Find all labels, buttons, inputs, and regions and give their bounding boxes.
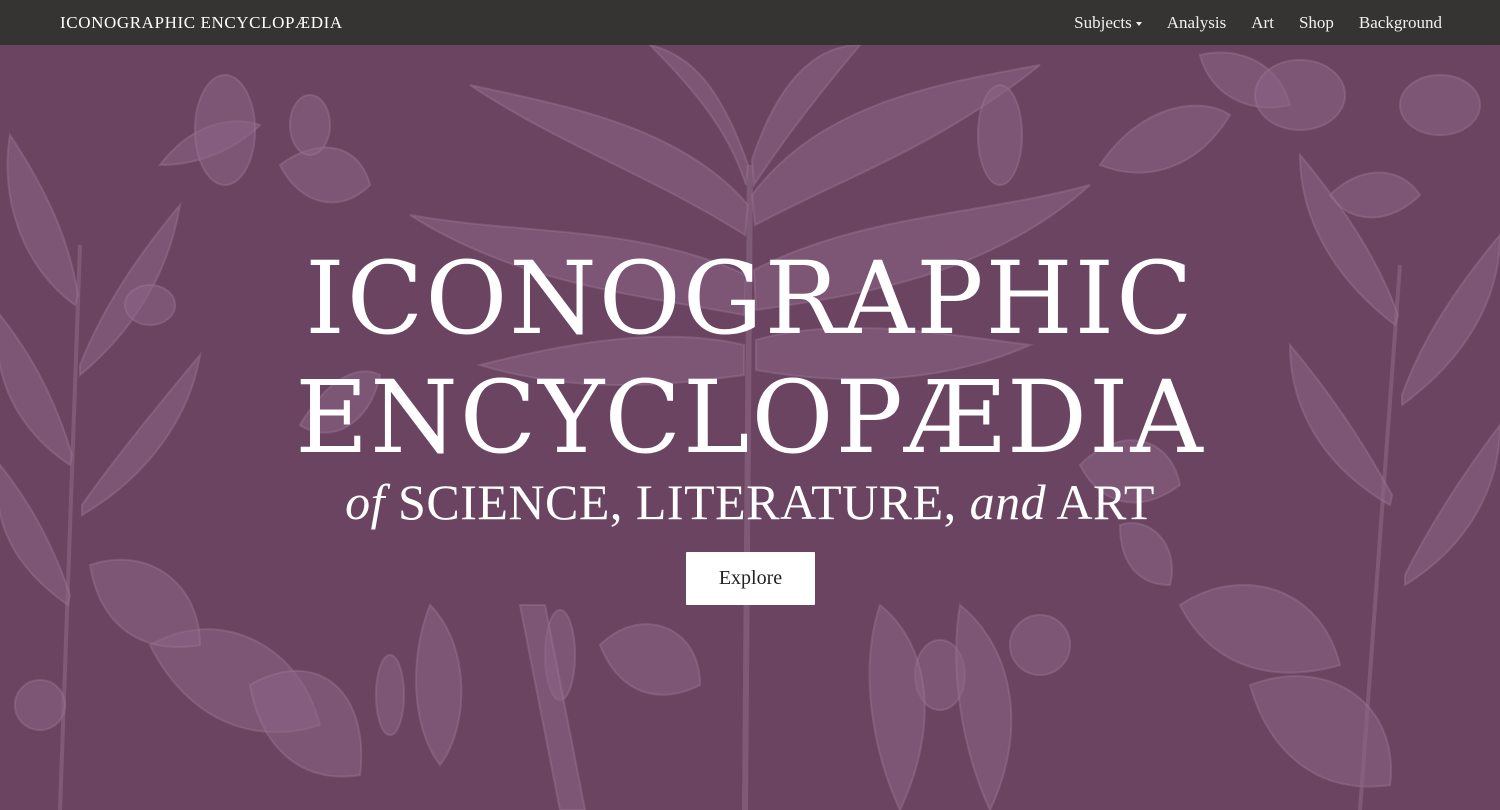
nav-item-background[interactable]: Background bbox=[1359, 13, 1442, 33]
subtitle-and: and bbox=[969, 474, 1047, 530]
top-navbar: ICONOGRAPHIC ENCYCLOPÆDIA Subjects Analy… bbox=[0, 0, 1500, 45]
nav-item-shop[interactable]: Shop bbox=[1299, 13, 1334, 33]
nav-item-art-label: Art bbox=[1251, 12, 1274, 32]
nav-item-shop-label: Shop bbox=[1298, 12, 1334, 32]
caret-down-icon bbox=[1135, 21, 1142, 26]
subtitle-of: of bbox=[345, 474, 386, 530]
nav-item-art[interactable]: Art bbox=[1251, 13, 1274, 33]
hero-section: ICONOGRAPHIC ENCYCLOPÆDIA of SCIENCE, LI… bbox=[0, 45, 1500, 810]
subtitle-art: ART bbox=[1056, 474, 1155, 530]
nav-item-analysis-label: Analysis bbox=[1166, 12, 1227, 32]
nav-item-subjects-label: Subjects bbox=[1074, 12, 1132, 32]
nav-item-subjects[interactable]: Subjects bbox=[1074, 13, 1142, 33]
hero-title-line-1: ICONOGRAPHIC bbox=[305, 240, 1195, 357]
hero-subtitle: of SCIENCE, LITERATURE, and ART bbox=[0, 473, 1500, 531]
nav-item-background-label: Background bbox=[1358, 12, 1442, 32]
main-nav: Subjects Analysis Art Shop Background bbox=[1049, 13, 1442, 33]
site-brand-link[interactable]: ICONOGRAPHIC ENCYCLOPÆDIA bbox=[60, 13, 343, 33]
subtitle-science-literature: SCIENCE, LITERATURE, bbox=[398, 474, 957, 530]
hero-title-line-2: ENCYCLOPÆDIA bbox=[295, 359, 1205, 476]
nav-item-analysis[interactable]: Analysis bbox=[1167, 13, 1227, 33]
explore-button[interactable]: Explore bbox=[686, 552, 815, 605]
